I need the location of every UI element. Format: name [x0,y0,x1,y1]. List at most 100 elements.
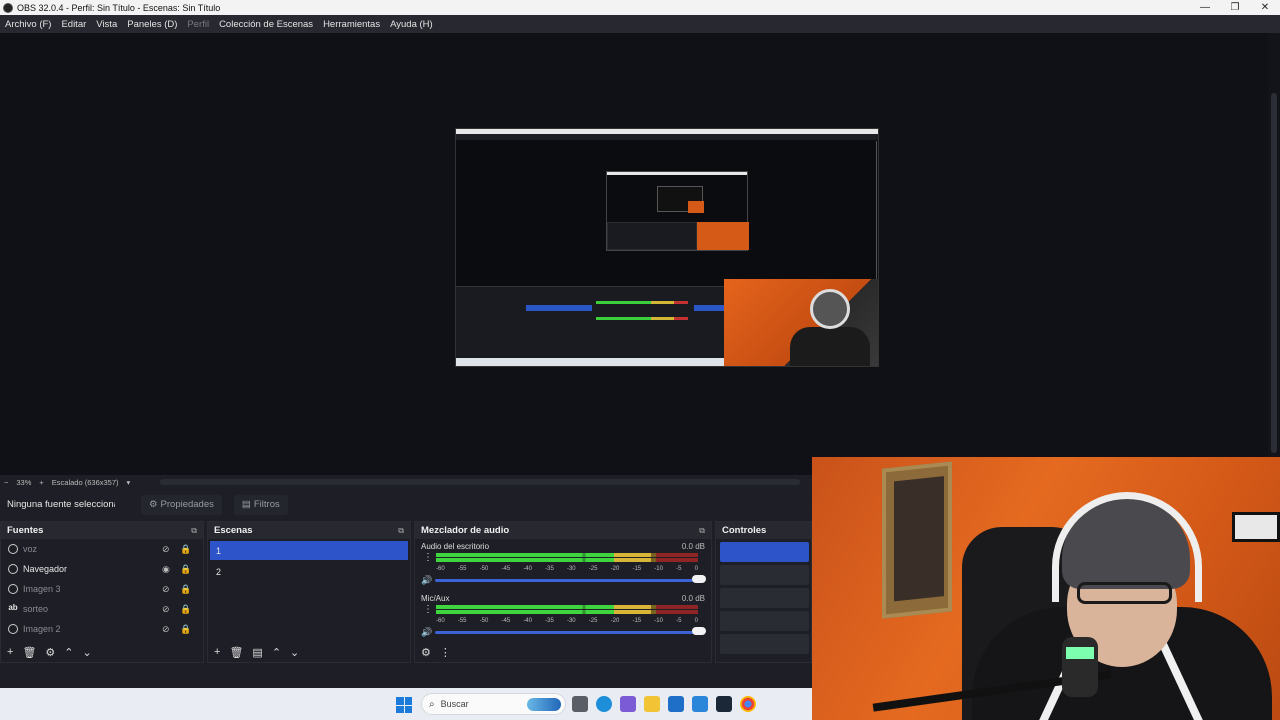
lock-icon[interactable]: 🔒 [180,604,191,615]
edge-icon[interactable] [596,696,612,712]
settings-button[interactable] [720,634,809,654]
chevron-down-icon[interactable]: ▾ [123,478,135,487]
store-icon[interactable] [668,696,684,712]
move-up-button[interactable]: ⌃ [272,646,281,659]
move-down-button[interactable]: ⌄ [290,646,299,659]
menu-editar[interactable]: Editar [56,19,91,30]
nested-meter-desktop [596,301,688,304]
eye-hidden-icon[interactable]: ⊘ [162,584,170,595]
remove-source-button[interactable]: 🗑 [22,646,36,659]
preview-vertical-scrollbar[interactable] [1268,33,1280,475]
undock-icon[interactable]: ⧉ [699,526,705,536]
menu-vista[interactable]: Vista [91,19,122,30]
chrome-icon[interactable] [740,696,756,712]
eye-hidden-icon[interactable]: ⊘ [162,544,170,555]
volume-meter [436,605,698,618]
more-options-icon[interactable]: ⋮ [423,553,433,563]
scrollbar-thumb[interactable] [1271,93,1277,453]
add-scene-button[interactable]: + [214,646,220,658]
nested-scrollbar [876,141,877,281]
source-settings-button[interactable]: ⚙ [45,646,55,659]
properties-button[interactable]: ⚙ Propiedades [141,494,222,515]
lock-icon[interactable]: 🔒 [180,624,191,635]
undock-icon[interactable]: ⧉ [398,526,404,536]
undock-icon[interactable]: ⧉ [191,526,197,536]
zoom-out-button[interactable]: − [0,478,12,487]
menu-paneles[interactable]: Paneles (D) [122,19,182,30]
eye-hidden-icon[interactable]: ⊘ [162,624,170,635]
speaker-icon[interactable]: 🔊 [421,575,435,586]
tick-label: -55 [457,566,467,572]
source-item[interactable]: Navegador ◉ 🔒 [1,559,203,579]
volume-slider-handle[interactable] [692,574,706,583]
source-item[interactable]: Imagen 3 ⊘ 🔒 [1,579,203,599]
menu-herramientas[interactable]: Herramientas [318,19,385,30]
scenes-title: Escenas [214,525,253,536]
sources-dock: Fuentes ⧉ voz ⊘ 🔒 Navegador ◉ 🔒 Imagen 3… [0,521,204,663]
close-button[interactable]: ✕ [1250,0,1280,15]
move-up-button[interactable]: ⌃ [64,646,73,659]
preview-horizontal-scrollbar[interactable] [160,479,800,485]
scene-filters-button[interactable]: ▤ [252,646,262,659]
source-item[interactable]: voz ⊘ 🔒 [1,539,203,559]
nested-meter-mic [596,317,688,320]
studio-mode-button[interactable] [720,611,809,631]
source-item[interactable]: Imagen 2 ⊘ 🔒 [1,619,203,639]
add-source-button[interactable]: + [7,646,13,658]
channel-db: 0.0 dB [681,594,705,603]
lock-icon[interactable]: 🔒 [180,584,191,595]
outlook-icon[interactable] [692,696,708,712]
windows-start-icon[interactable] [396,697,412,713]
more-options-icon[interactable]: ⋮ [423,605,433,615]
nested-preview-titlebar [607,172,747,175]
remove-scene-button[interactable]: 🗑 [229,646,243,659]
sources-title: Fuentes [7,525,44,536]
move-down-button[interactable]: ⌄ [83,646,92,659]
maximize-button[interactable]: ❐ [1220,0,1250,15]
meter-right [436,610,698,614]
lock-icon[interactable]: 🔒 [180,544,191,555]
nested-webcam-person-head [810,289,850,329]
source-name: Imagen 2 [23,624,61,634]
window-titlebar: OBS 32.0.4 - Perfil: Sin Título - Escena… [0,0,1280,15]
advanced-audio-settings-button[interactable]: ⚙ [421,646,431,659]
menu-coleccion-escenas[interactable]: Colección de Escenas [214,19,318,30]
volume-slider[interactable] [435,574,706,583]
virtual-camera-button[interactable] [720,588,809,608]
tick-label: -5 [676,618,682,624]
scene-item[interactable]: 2 [210,562,408,581]
nested-inner-webcam [688,201,704,213]
filter-icon: ▤ [241,499,251,510]
scene-item[interactable]: 1 [210,541,408,560]
volume-slider-handle[interactable] [692,626,706,635]
lock-icon[interactable]: 🔒 [180,564,191,575]
minimize-button[interactable]: — [1190,0,1220,15]
eye-icon[interactable]: ◉ [162,564,170,575]
steam-icon[interactable] [716,696,732,712]
nested-preview [606,171,749,251]
volume-slider[interactable] [435,626,706,635]
start-recording-button[interactable] [720,565,809,585]
scale-mode[interactable]: Escalado (636x357) [48,478,123,487]
tick-label: -30 [566,566,576,572]
menu-archivo[interactable]: Archivo (F) [0,19,56,30]
eye-hidden-icon[interactable]: ⊘ [162,604,170,615]
file-explorer-icon[interactable] [644,696,660,712]
source-name: sorteo [23,604,49,614]
task-view-icon[interactable] [572,696,588,712]
menu-ayuda[interactable]: Ayuda (H) [385,19,438,30]
controls-dock-header: Controles [716,522,811,539]
mixer-menu-button[interactable]: ⋮ [440,646,451,659]
zoom-in-button[interactable]: + [35,478,47,487]
webcam-microphone [1062,637,1098,697]
source-item[interactable]: ab sorteo ⊘ 🔒 [1,599,203,619]
nested-webcam-person-body [790,327,870,366]
menu-perfil[interactable]: Perfil [182,19,214,30]
taskbar-search[interactable]: ⌕ Buscar [421,693,566,715]
start-streaming-button[interactable] [720,542,809,562]
filters-button[interactable]: ▤ Filtros [233,494,288,515]
speaker-icon[interactable]: 🔊 [421,627,435,638]
preview-canvas[interactable] [455,128,879,367]
taskbar-apps [572,696,756,712]
copilot-icon[interactable] [620,696,636,712]
